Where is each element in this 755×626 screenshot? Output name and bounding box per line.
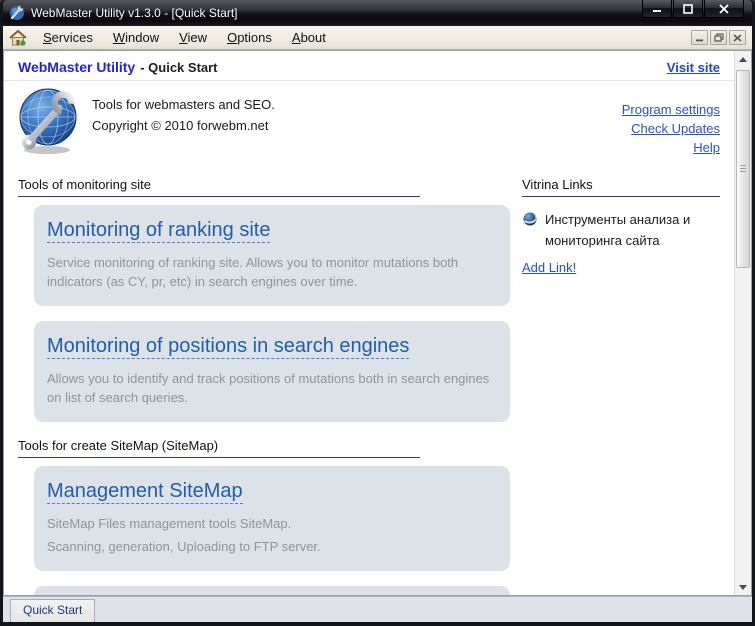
- window-controls: [641, 0, 744, 18]
- card-title-link[interactable]: Monitoring of positions in search engine…: [47, 335, 410, 359]
- mdi-close-button[interactable]: [729, 30, 746, 45]
- add-link[interactable]: Add Link!: [522, 260, 576, 275]
- card-description: Allows you to identify and track positio…: [47, 371, 490, 405]
- menu-view[interactable]: View: [169, 28, 217, 47]
- page-header: WebMaster Utility - Quick Start Visit si…: [4, 51, 734, 81]
- app-window: WebMaster Utility v1.3.0 - [Quick Start]…: [0, 0, 755, 626]
- scroll-up-button[interactable]: [735, 51, 751, 67]
- scroll-track[interactable]: [735, 67, 751, 579]
- card-title-link[interactable]: Management SiteMap: [47, 480, 243, 504]
- card-management-sitemap[interactable]: Management SiteMap SiteMap Files managem…: [34, 466, 510, 571]
- card-monitoring-ranking[interactable]: Monitoring of ranking site Service monit…: [34, 205, 510, 306]
- tab-bar: Quick Start: [3, 596, 752, 622]
- scroll-down-button[interactable]: [735, 579, 751, 595]
- section-heading-sitemap: Tools for create SiteMap (SiteMap): [18, 438, 420, 458]
- tools-column: Tools of monitoring site Monitoring of r…: [18, 163, 510, 595]
- menu-about[interactable]: About: [282, 28, 336, 47]
- arrow-down-icon: [739, 584, 747, 590]
- content-columns: Tools of monitoring site Monitoring of r…: [4, 163, 734, 595]
- menu-bar: Services Window View Options About: [3, 26, 752, 50]
- scroll-thumb[interactable]: [736, 70, 750, 268]
- arrow-up-icon: [739, 56, 747, 62]
- tagline-block: Tools for webmasters and SEO. Copyright …: [92, 94, 275, 157]
- card-description: Service monitoring of ranking site. Allo…: [47, 255, 459, 289]
- content-area: WebMaster Utility - Quick Start Visit si…: [3, 50, 752, 596]
- globe-wrench-logo: [16, 86, 82, 156]
- home-icon[interactable]: [9, 29, 27, 46]
- vitrina-heading: Vitrina Links: [522, 177, 720, 197]
- card-description-line2: Scanning, generation, Uploading to FTP s…: [47, 539, 321, 554]
- quick-links: Program settings Check Updates Help: [622, 100, 720, 157]
- card-monitoring-positions[interactable]: Monitoring of positions in search engine…: [34, 321, 510, 422]
- card-sending-sitemap[interactable]: Sending SiteMap file to search engines: [34, 586, 510, 595]
- intro-section: Tools for webmasters and SEO. Copyright …: [4, 81, 734, 163]
- vitrina-link-label[interactable]: Инструменты анализа и мониторинга сайта: [545, 209, 720, 251]
- menu-window[interactable]: Window: [103, 28, 169, 47]
- menu-services[interactable]: Services: [33, 28, 103, 47]
- mdi-window-controls: [691, 30, 748, 45]
- title-bar: WebMaster Utility v1.3.0 - [Quick Start]: [3, 0, 752, 26]
- card-title-link[interactable]: Monitoring of ranking site: [47, 219, 271, 243]
- visit-site-link[interactable]: Visit site: [667, 60, 720, 75]
- vitrina-item[interactable]: Инструменты анализа и мониторинга сайта: [522, 209, 720, 251]
- card-description: SiteMap Files management tools SiteMap.: [47, 516, 292, 531]
- tab-quick-start[interactable]: Quick Start: [10, 599, 96, 622]
- app-name-label: WebMaster Utility: [18, 59, 136, 75]
- window-title: WebMaster Utility v1.3.0 - [Quick Start]: [31, 6, 238, 20]
- program-settings-link[interactable]: Program settings: [622, 100, 720, 119]
- mdi-restore-button[interactable]: [710, 30, 727, 45]
- close-button[interactable]: [704, 0, 744, 18]
- vitrina-column: Vitrina Links Инструменты анализа и мони…: [522, 163, 720, 595]
- copyright-text: Copyright © 2010 forwebm.net: [92, 118, 269, 133]
- check-updates-link[interactable]: Check Updates: [622, 119, 720, 138]
- scroll-viewport: WebMaster Utility - Quick Start Visit si…: [4, 51, 734, 595]
- help-link[interactable]: Help: [622, 138, 720, 157]
- maximize-button[interactable]: [673, 0, 703, 18]
- page-title: - Quick Start: [140, 60, 218, 75]
- swirl-globe-icon: [522, 211, 538, 227]
- minimize-button[interactable]: [642, 0, 672, 18]
- vertical-scrollbar[interactable]: [734, 51, 751, 595]
- app-icon: [9, 5, 25, 21]
- mdi-minimize-button[interactable]: [691, 30, 708, 45]
- section-heading-monitoring: Tools of monitoring site: [18, 177, 420, 197]
- menu-options[interactable]: Options: [217, 28, 282, 47]
- tagline-text: Tools for webmasters and SEO.: [92, 97, 275, 112]
